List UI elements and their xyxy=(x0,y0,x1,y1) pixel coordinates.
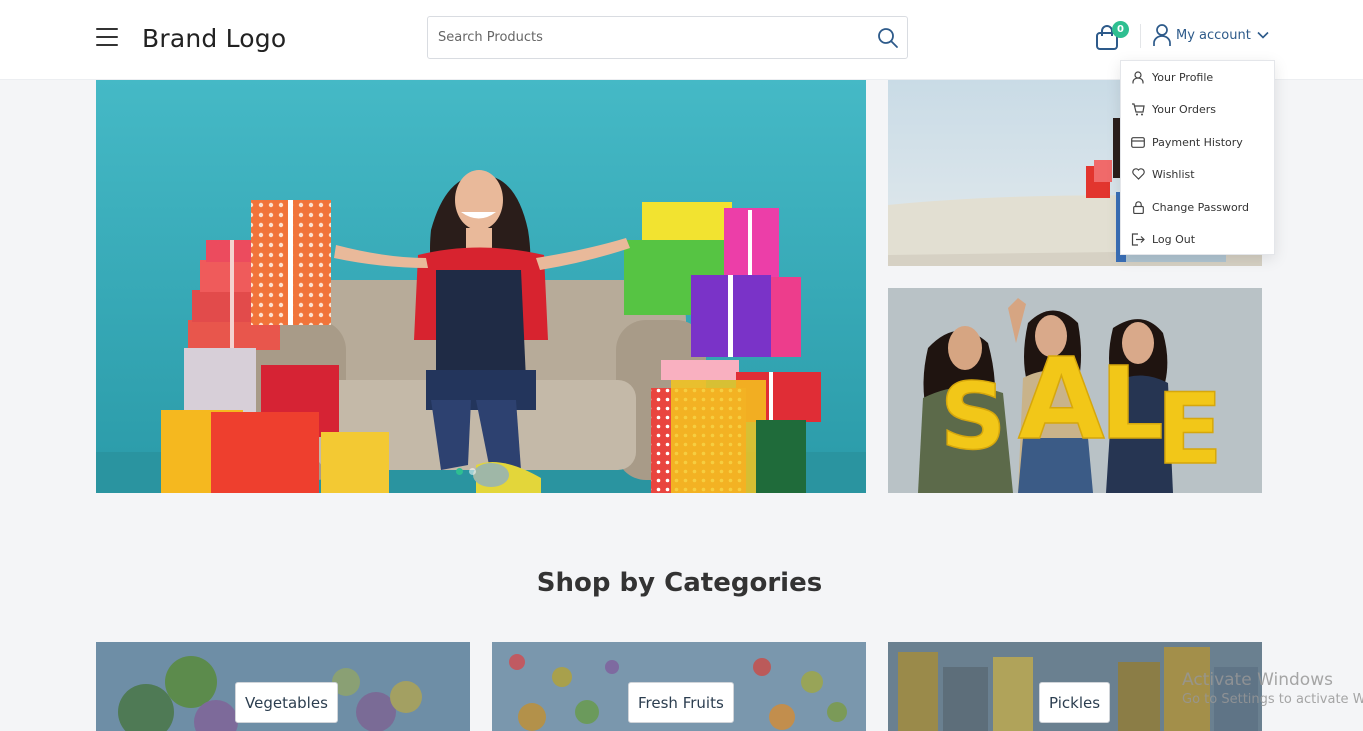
sale-letter-a: A xyxy=(1018,335,1105,465)
menu-item-payment-history[interactable]: Payment History xyxy=(1121,128,1274,156)
promo-banner-sale[interactable]: S A L E xyxy=(888,288,1262,493)
menu-item-change-password[interactable]: Change Password xyxy=(1121,193,1274,221)
menu-item-label: Change Password xyxy=(1152,200,1249,214)
menu-item-label: Your Orders xyxy=(1152,102,1216,116)
category-card-vegetables[interactable]: Vegetables xyxy=(96,642,470,731)
slider-dot-2[interactable] xyxy=(469,468,476,475)
sale-letter-s: S xyxy=(940,363,1006,470)
hero-slider-dots xyxy=(456,468,476,475)
chevron-down-icon xyxy=(1257,31,1269,39)
menu-item-label: Wishlist xyxy=(1152,167,1195,181)
watermark-line-2: Go to Settings to activate Windows. xyxy=(1182,692,1363,707)
brand-logo[interactable]: Brand Logo xyxy=(142,24,286,53)
search-icon[interactable] xyxy=(877,27,899,49)
heart-icon xyxy=(1131,167,1145,181)
hero-slider[interactable] xyxy=(96,80,866,493)
category-card-fresh-fruits[interactable]: Fresh Fruits xyxy=(492,642,866,731)
menu-item-your-orders[interactable]: Your Orders xyxy=(1121,95,1274,123)
lock-icon xyxy=(1131,200,1145,214)
user-icon xyxy=(1153,24,1171,46)
cart-count-badge: 0 xyxy=(1112,21,1129,38)
sale-letter-l: L xyxy=(1100,345,1164,462)
cart-icon xyxy=(1131,102,1145,116)
hero-image xyxy=(96,80,866,493)
categories-heading: Shop by Categories xyxy=(536,568,823,598)
my-account-label: My account xyxy=(1176,27,1251,43)
search-input[interactable] xyxy=(438,17,858,58)
header-divider xyxy=(1140,24,1141,48)
menu-item-label: Your Profile xyxy=(1152,70,1214,84)
my-account-button[interactable]: My account xyxy=(1152,22,1269,48)
menu-item-your-profile[interactable]: Your Profile xyxy=(1121,63,1274,91)
menu-toggle-button[interactable] xyxy=(96,28,118,46)
credit-card-icon xyxy=(1131,135,1145,149)
promo-sale-image: S A L E xyxy=(888,288,1262,493)
category-label: Vegetables xyxy=(235,682,338,723)
windows-activation-watermark: Activate Windows Go to Settings to activ… xyxy=(1182,670,1363,707)
menu-item-wishlist[interactable]: Wishlist xyxy=(1121,160,1274,188)
watermark-line-1: Activate Windows xyxy=(1182,670,1333,690)
sale-letter-e: E xyxy=(1156,373,1223,487)
user-icon xyxy=(1131,70,1145,84)
category-label: Pickles xyxy=(1039,682,1111,723)
menu-item-log-out[interactable]: Log Out xyxy=(1121,225,1274,253)
account-dropdown-menu: Your Profile Your Orders Payment History… xyxy=(1120,60,1275,255)
search-bar xyxy=(427,16,908,59)
logout-icon xyxy=(1131,232,1145,246)
menu-item-label: Payment History xyxy=(1152,135,1243,149)
menu-item-label: Log Out xyxy=(1152,232,1196,246)
slider-dot-1[interactable] xyxy=(456,468,463,475)
category-label: Fresh Fruits xyxy=(628,682,734,723)
